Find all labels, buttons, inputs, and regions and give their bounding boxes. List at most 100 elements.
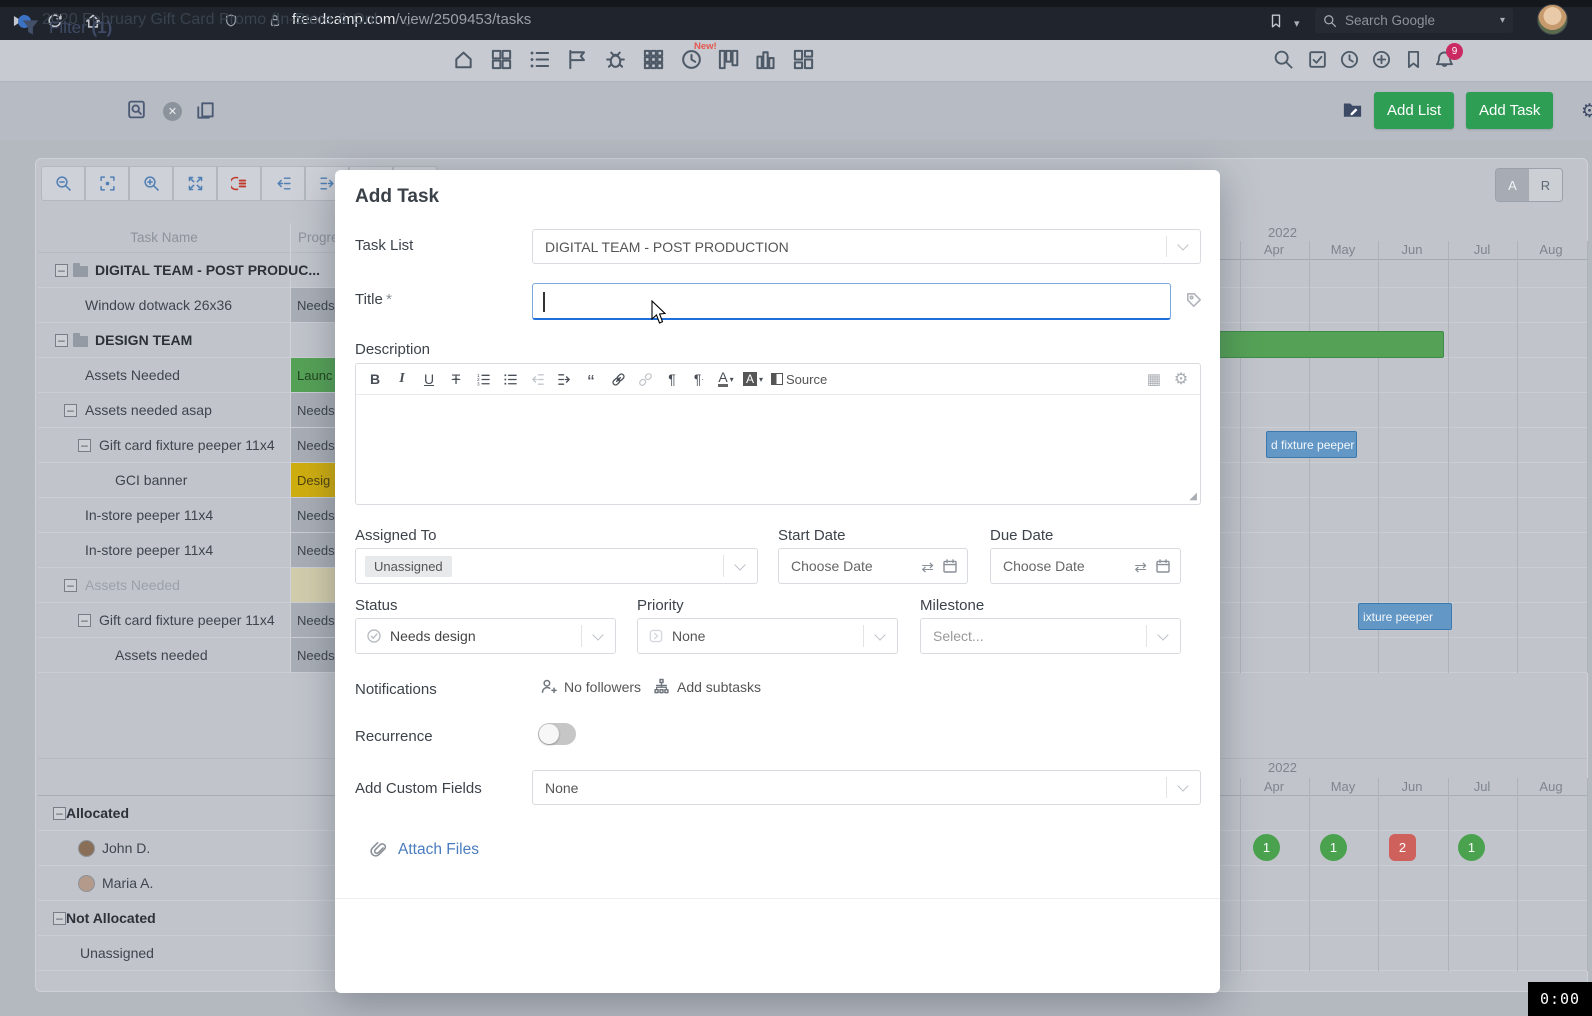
resource-label[interactable]: Maria A. bbox=[102, 875, 153, 891]
search-caret-icon[interactable]: ▾ bbox=[1500, 15, 1505, 26]
nav-home-icon[interactable] bbox=[452, 48, 475, 71]
filter-label[interactable]: Filter (1) bbox=[49, 18, 112, 38]
add-subtasks-button[interactable]: Add subtasks bbox=[653, 678, 761, 695]
task-label[interactable]: Assets Needed bbox=[85, 367, 180, 383]
header-add-icon[interactable] bbox=[1371, 49, 1392, 70]
allocation-badge[interactable]: 1 bbox=[1458, 834, 1485, 861]
zoom-out-button[interactable] bbox=[41, 166, 85, 201]
resource-label[interactable]: Unassigned bbox=[80, 945, 154, 961]
gantt-bar[interactable]: d fixture peeper 1 bbox=[1266, 431, 1357, 458]
resize-handle-icon[interactable]: ◢ bbox=[1189, 492, 1197, 502]
unlink-icon[interactable] bbox=[634, 369, 656, 389]
bookmark-icon[interactable] bbox=[1268, 12, 1284, 30]
priority-select[interactable]: None bbox=[637, 618, 898, 654]
add-list-button[interactable]: Add List bbox=[1374, 92, 1454, 129]
resource-group-label[interactable]: Allocated bbox=[66, 805, 129, 821]
status-select[interactable]: Needs design bbox=[355, 618, 616, 654]
ordered-list-icon[interactable]: 123 bbox=[472, 369, 494, 389]
assigned-to-select[interactable]: Unassigned bbox=[355, 548, 758, 584]
recurrence-toggle[interactable] bbox=[538, 723, 576, 745]
bookmark-caret-icon[interactable]: ▾ bbox=[1294, 17, 1300, 30]
collapse-toggle-icon[interactable]: – bbox=[64, 579, 77, 592]
expand-all-button[interactable] bbox=[173, 166, 217, 201]
task-label[interactable]: Assets needed bbox=[115, 647, 208, 663]
nav-kanban-icon[interactable] bbox=[717, 48, 740, 71]
task-list-select[interactable]: DIGITAL TEAM - POST PRODUCTION bbox=[532, 229, 1201, 264]
date-shift-icon[interactable]: ⇄ bbox=[921, 558, 934, 574]
editor-settings-gear-icon[interactable]: ⚙ bbox=[1170, 369, 1192, 389]
nav-issues-icon[interactable] bbox=[604, 48, 627, 71]
collapse-toggle-icon[interactable]: – bbox=[55, 264, 68, 277]
critical-path-button[interactable] bbox=[217, 166, 261, 201]
task-label[interactable]: Assets needed asap bbox=[85, 402, 212, 418]
text-color-icon[interactable]: A▾ bbox=[715, 369, 737, 389]
nav-tasks-icon[interactable] bbox=[528, 48, 551, 71]
milestone-select[interactable]: Select... bbox=[920, 618, 1181, 654]
link-icon[interactable] bbox=[607, 369, 629, 389]
header-time-icon[interactable] bbox=[1339, 49, 1360, 70]
calendar-icon[interactable] bbox=[942, 558, 958, 574]
paragraph-ltr-icon[interactable]: ¶ bbox=[661, 369, 683, 389]
collapse-toggle-icon[interactable]: – bbox=[53, 912, 66, 925]
allocation-badge[interactable]: 1 bbox=[1253, 834, 1280, 861]
indent-icon[interactable] bbox=[553, 369, 575, 389]
task-label[interactable]: Gift card fixture peeper 11x4 bbox=[99, 437, 275, 453]
task-label[interactable]: DIGITAL TEAM - POST PRODUC... bbox=[95, 262, 320, 278]
date-shift-icon[interactable]: ⇄ bbox=[1134, 558, 1147, 574]
collapse-toggle-icon[interactable]: – bbox=[64, 404, 77, 417]
manage-lists-icon[interactable] bbox=[1341, 98, 1364, 121]
attach-files-button[interactable]: Attach Files bbox=[370, 841, 479, 859]
resource-label[interactable]: John D. bbox=[102, 840, 150, 856]
italic-icon[interactable]: I bbox=[391, 369, 413, 389]
header-bookmark-icon[interactable] bbox=[1403, 49, 1424, 70]
zoom-in-button[interactable] bbox=[129, 166, 173, 201]
underline-icon[interactable]: U bbox=[418, 369, 440, 389]
title-input[interactable] bbox=[532, 283, 1171, 320]
saved-filter-icon[interactable] bbox=[126, 99, 147, 120]
bold-icon[interactable]: B bbox=[364, 369, 386, 389]
sticker-icon[interactable]: ▦ bbox=[1143, 369, 1165, 389]
nav-dashboard-icon[interactable] bbox=[490, 48, 513, 71]
due-date-field[interactable]: Choose Date ⇄ bbox=[990, 548, 1181, 584]
nav-gantt-icon[interactable] bbox=[754, 48, 777, 71]
allocation-badge[interactable]: 2 bbox=[1389, 834, 1416, 861]
view-toggle-a[interactable]: A bbox=[1496, 169, 1529, 201]
task-label[interactable]: Gift card fixture peeper 11x4 bbox=[99, 612, 275, 628]
filter-funnel-icon[interactable] bbox=[20, 17, 41, 38]
nav-apps-icon[interactable] bbox=[642, 48, 665, 71]
collapse-toggle-icon[interactable]: – bbox=[78, 439, 91, 452]
description-editor[interactable]: B I U Ŧ 123 “ ¶ ¶· A▾ A▾ Source ▦ ⚙ ◢ bbox=[355, 363, 1201, 505]
clear-filter-icon[interactable]: ✕ bbox=[163, 102, 182, 121]
copy-filter-icon[interactable] bbox=[195, 100, 216, 121]
collapse-toggle-icon[interactable]: – bbox=[55, 334, 68, 347]
calendar-icon[interactable] bbox=[1155, 558, 1171, 574]
settings-gear-icon[interactable]: ⚙ bbox=[1581, 100, 1592, 123]
allocation-badge[interactable]: 1 bbox=[1320, 834, 1347, 861]
paragraph-rtl-icon[interactable]: ¶· bbox=[688, 369, 710, 389]
zoom-to-fit-button[interactable] bbox=[85, 166, 129, 201]
task-label[interactable]: In-store peeper 11x4 bbox=[85, 507, 213, 523]
resource-group-label[interactable]: Not Allocated bbox=[66, 910, 156, 926]
task-label[interactable]: DESIGN TEAM bbox=[95, 332, 192, 348]
bg-color-icon[interactable]: A▾ bbox=[742, 369, 764, 389]
gantt-bar[interactable]: ixture peeper bbox=[1358, 603, 1452, 630]
tag-icon[interactable] bbox=[1185, 291, 1203, 309]
header-search-icon[interactable] bbox=[1273, 49, 1294, 70]
task-label[interactable]: Assets Needed bbox=[85, 577, 180, 593]
collapse-toggle-icon[interactable]: – bbox=[78, 614, 91, 627]
nav-board-icon[interactable] bbox=[792, 48, 815, 71]
header-mytasks-icon[interactable] bbox=[1307, 49, 1328, 70]
outdent-icon[interactable] bbox=[526, 369, 548, 389]
bullet-list-icon[interactable] bbox=[499, 369, 521, 389]
source-button[interactable]: Source bbox=[771, 372, 827, 387]
task-label[interactable]: In-store peeper 11x4 bbox=[85, 542, 213, 558]
browser-avatar[interactable] bbox=[1537, 4, 1568, 35]
task-label[interactable]: GCI banner bbox=[115, 472, 187, 488]
custom-fields-select[interactable]: None bbox=[532, 770, 1201, 805]
collapse-toggle-icon[interactable]: – bbox=[53, 807, 66, 820]
blockquote-icon[interactable]: “ bbox=[580, 369, 602, 389]
collapse-all-button[interactable] bbox=[261, 166, 305, 201]
no-followers-button[interactable]: No followers bbox=[540, 678, 641, 695]
start-date-field[interactable]: Choose Date ⇄ bbox=[778, 548, 968, 584]
add-task-button[interactable]: Add Task bbox=[1466, 92, 1553, 129]
